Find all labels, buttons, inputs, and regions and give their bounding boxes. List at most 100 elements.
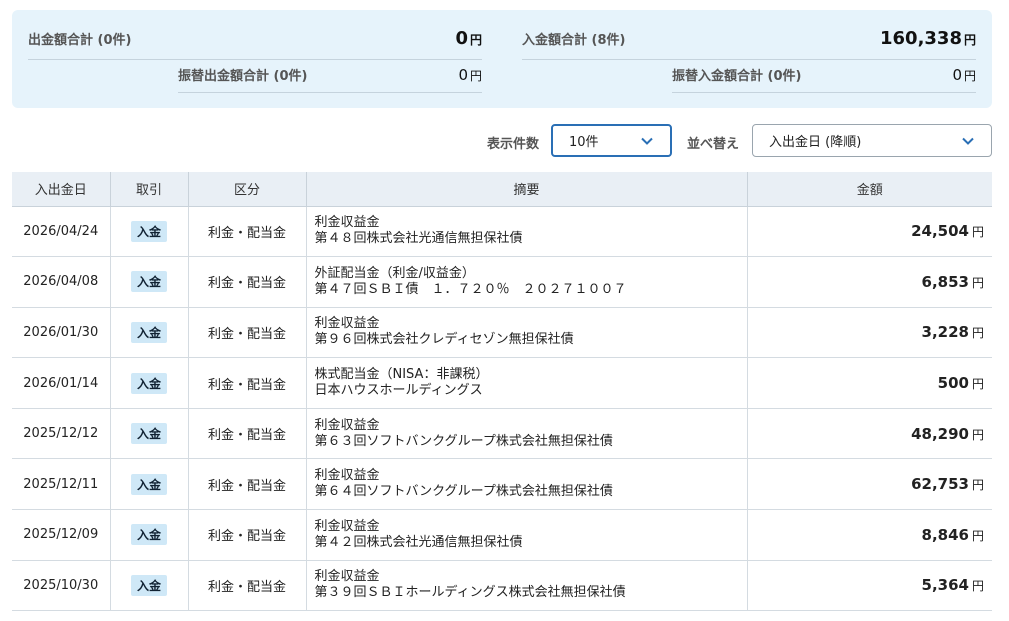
row-description: 外証配当金（利金/収益金） 第４７回ＳＢＩ債 １．７２０％ ２０２７１００７ <box>306 256 748 308</box>
header-date[interactable]: 入出金日 <box>12 172 111 207</box>
row-date: 2025/10/30 <box>12 560 111 612</box>
currency-unit: 円 <box>971 225 984 240</box>
row-desc-line2: 第９６回株式会社クレディセゾン無担保社債 <box>314 332 574 348</box>
row-category: 利金・配当金 <box>188 458 307 511</box>
row-description: 利金収益金 第３９回ＳＢＩホールディングス株式会社無担保社債 <box>306 560 748 612</box>
header-amount[interactable]: 金額 <box>747 172 992 207</box>
row-amount: 48,290 <box>911 424 969 443</box>
row-amount: 24,504 <box>911 222 969 241</box>
table-row: 2026/04/24 入金 利金・配当金 利金収益金 第４８回株式会社光通信無担保社債 2… <box>12 206 992 258</box>
transfer-deposit-row: 振替入金額合計 (0件) 0円 <box>672 65 976 93</box>
table-row: 2025/10/30 入金 利金・配当金 利金収益金 第３９回ＳＢＩホールディングス株式… <box>12 560 992 612</box>
row-desc-line1: 利金収益金 <box>314 569 380 585</box>
row-type-cell: 入金 <box>110 307 189 359</box>
row-desc-line2: 第６３回ソフトバンクグループ株式会社無担保社債 <box>314 433 613 449</box>
row-type-cell: 入金 <box>110 206 189 258</box>
table-row: 2025/12/12 入金 利金・配当金 利金収益金 第６３回ソフトバンクグループ株式会… <box>12 408 992 460</box>
list-controls: 表示件数 10件 並べ替え 入出金日 (降順) <box>0 124 1009 158</box>
row-description: 利金収益金 第４２回株式会社光通信無担保社債 <box>306 509 748 561</box>
row-desc-line2: 第６４回ソフトバンクグループ株式会社無担保社債 <box>314 484 613 500</box>
deposit-total-label: 入金額合計 (8件) <box>522 33 626 48</box>
row-desc-line1: 利金収益金 <box>314 518 380 534</box>
row-amount: 3,228 <box>921 323 969 342</box>
currency-unit: 円 <box>971 326 984 341</box>
currency-unit: 円 <box>469 33 482 47</box>
row-description: 利金収益金 第４８回株式会社光通信無担保社債 <box>306 206 748 258</box>
currency-unit: 円 <box>971 427 984 442</box>
table-row: 2025/12/09 入金 利金・配当金 利金収益金 第４２回株式会社光通信無担保社債 8… <box>12 509 992 561</box>
row-amount: 5,364 <box>921 576 969 595</box>
row-category: 利金・配当金 <box>188 560 307 612</box>
row-type-cell: 入金 <box>110 256 189 308</box>
deposit-total-row: 入金額合計 (8件) 160,338 円 <box>522 28 976 60</box>
type-badge: 入金 <box>130 220 167 242</box>
currency-unit: 円 <box>971 478 984 493</box>
currency-unit: 円 <box>971 579 984 594</box>
row-category: 利金・配当金 <box>188 509 307 561</box>
table-row: 2026/01/14 入金 利金・配当金 株式配当金（NISA：非課税） 日本ハウスホー… <box>12 357 992 409</box>
header-type[interactable]: 取引 <box>110 172 189 207</box>
withdraw-total-value: 0 <box>455 28 468 49</box>
count-select[interactable]: 10件 <box>551 124 672 157</box>
row-description: 利金収益金 第９６回株式会社クレディセゾン無担保社債 <box>306 307 748 359</box>
row-amount-cell: 5,364 円 <box>747 560 992 612</box>
header-description[interactable]: 摘要 <box>306 172 748 207</box>
type-badge: 入金 <box>130 423 167 445</box>
row-desc-line1: 利金収益金 <box>314 316 380 332</box>
count-label: 表示件数 <box>487 137 540 152</box>
type-badge: 入金 <box>130 473 167 495</box>
row-description: 株式配当金（NISA：非課税） 日本ハウスホールディングス <box>306 357 748 409</box>
currency-unit: 円 <box>963 69 976 83</box>
transfer-withdraw-row: 振替出金額合計 (0件) 0円 <box>178 65 482 93</box>
sort-select[interactable]: 入出金日 (降順) <box>752 124 992 157</box>
row-desc-line1: 利金収益金 <box>314 468 380 484</box>
deposit-total-value: 160,338 <box>880 28 962 49</box>
row-amount: 500 <box>937 374 969 393</box>
row-desc-line1: 利金収益金 <box>314 215 380 231</box>
row-desc-line2: 第４７回ＳＢＩ債 １．７２０％ ２０２７１００７ <box>314 281 627 297</box>
currency-unit: 円 <box>469 69 482 83</box>
transfer-deposit-label: 振替入金額合計 (0件) <box>672 69 802 84</box>
row-amount-cell: 48,290 円 <box>747 408 992 460</box>
row-type-cell: 入金 <box>110 408 189 460</box>
row-amount-cell: 6,853 円 <box>747 256 992 308</box>
row-amount: 8,846 <box>921 525 969 544</box>
chevron-down-icon <box>641 137 653 145</box>
summary-panel: 出金額合計 (0件) 0円 振替出金額合計 (0件) 0円 入金額合計 (8件)… <box>12 10 992 108</box>
row-date: 2025/12/12 <box>12 408 111 460</box>
count-select-value: 10件 <box>569 135 599 150</box>
row-desc-line2: 日本ハウスホールディングス <box>314 383 483 399</box>
transfer-deposit-value: 0 <box>952 66 962 84</box>
row-desc-line1: 利金収益金 <box>314 417 380 433</box>
row-desc-line2: 第３９回ＳＢＩホールディングス株式会社無担保社債 <box>314 585 626 601</box>
row-date: 2025/12/11 <box>12 458 111 511</box>
row-date: 2026/04/24 <box>12 206 111 258</box>
row-category: 利金・配当金 <box>188 307 307 359</box>
header-category[interactable]: 区分 <box>188 172 307 207</box>
type-badge: 入金 <box>130 574 167 596</box>
row-category: 利金・配当金 <box>188 206 307 258</box>
sort-label: 並べ替え <box>687 137 740 152</box>
table-header-row: 入出金日 取引 区分 摘要 金額 <box>12 172 992 207</box>
withdraw-total-label: 出金額合計 (0件) <box>28 33 132 48</box>
row-type-cell: 入金 <box>110 560 189 612</box>
row-category: 利金・配当金 <box>188 256 307 308</box>
type-badge: 入金 <box>130 524 167 546</box>
withdraw-total-row: 出金額合計 (0件) 0円 <box>28 28 482 60</box>
row-amount: 6,853 <box>921 272 969 291</box>
currency-unit: 円 <box>963 33 976 47</box>
currency-unit: 円 <box>971 528 984 543</box>
row-desc-line1: 外証配当金（利金/収益金） <box>314 265 475 281</box>
row-description: 利金収益金 第６３回ソフトバンクグループ株式会社無担保社債 <box>306 408 748 460</box>
table-row: 2025/12/11 入金 利金・配当金 利金収益金 第６４回ソフトバンクグループ株式会… <box>12 458 992 511</box>
transfer-withdraw-value: 0 <box>458 66 468 84</box>
row-amount-cell: 24,504 円 <box>747 206 992 258</box>
currency-unit: 円 <box>971 377 984 392</box>
row-amount-cell: 3,228 円 <box>747 307 992 359</box>
row-desc-line1: 株式配当金（NISA：非課税） <box>314 367 489 383</box>
row-type-cell: 入金 <box>110 357 189 409</box>
row-date: 2026/01/30 <box>12 307 111 359</box>
row-amount: 62,753 <box>911 475 969 494</box>
transfer-withdraw-label: 振替出金額合計 (0件) <box>178 69 308 84</box>
type-badge: 入金 <box>130 372 167 394</box>
